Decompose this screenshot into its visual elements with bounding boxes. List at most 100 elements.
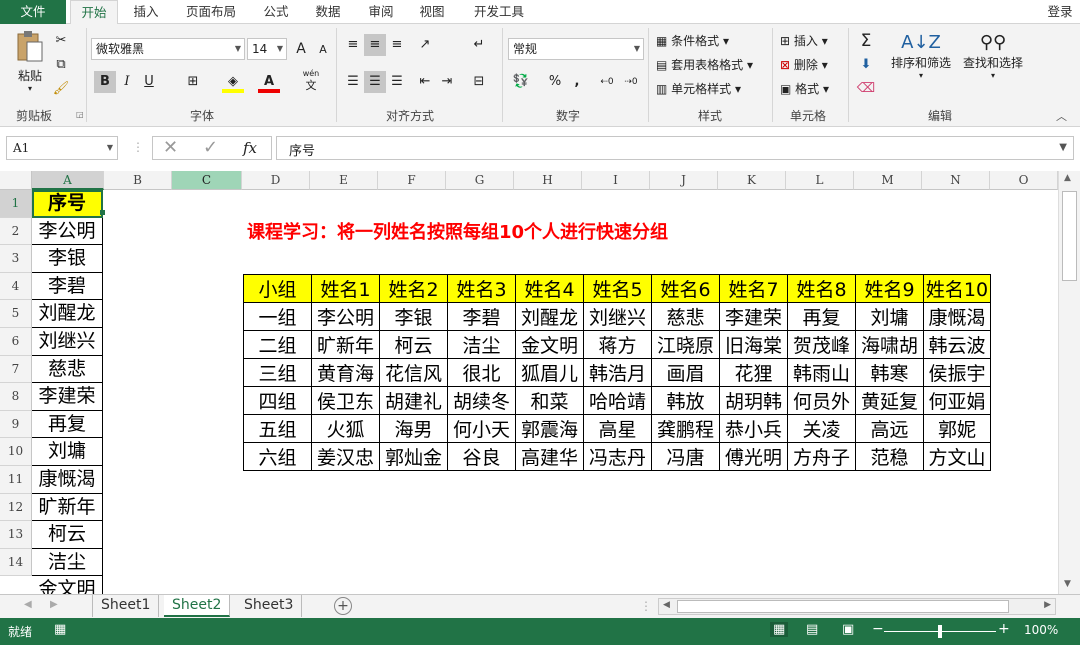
- tab-home[interactable]: 开始: [70, 0, 118, 25]
- cut-icon[interactable]: ✂: [50, 30, 72, 52]
- number-format-select[interactable]: 常规 ▼: [508, 38, 644, 60]
- member-name-cell[interactable]: 龚鹏程: [651, 414, 720, 443]
- row-header-7[interactable]: 7: [0, 355, 32, 384]
- borders-icon[interactable]: ⊞: [182, 71, 204, 93]
- member-name-cell[interactable]: 黄育海: [311, 358, 380, 387]
- align-right-icon[interactable]: ☰: [386, 71, 408, 93]
- member-name-cell[interactable]: 李公明: [311, 302, 380, 331]
- member-name-cell[interactable]: 谷良: [447, 442, 516, 471]
- table-header-cell[interactable]: 姓名10: [923, 274, 991, 303]
- member-name-cell[interactable]: 画眉: [651, 358, 720, 387]
- font-color-button[interactable]: A: [258, 71, 280, 93]
- member-name-cell[interactable]: 慈悲: [651, 302, 720, 331]
- member-name-cell[interactable]: 高远: [855, 414, 924, 443]
- column-header-I[interactable]: I: [582, 171, 650, 190]
- member-name-cell[interactable]: 旷新年: [311, 330, 380, 359]
- member-name-cell[interactable]: 何小天: [447, 414, 516, 443]
- cell-A-name[interactable]: 李碧: [32, 272, 103, 301]
- member-name-cell[interactable]: 江晓原: [651, 330, 720, 359]
- paste-button[interactable]: 粘贴 ▾: [10, 30, 50, 102]
- row-header-3[interactable]: 3: [0, 245, 32, 273]
- cell-A-name[interactable]: 再复: [32, 410, 103, 439]
- member-name-cell[interactable]: 韩浩月: [583, 358, 652, 387]
- group-name-cell[interactable]: 三组: [243, 358, 312, 387]
- row-header-6[interactable]: 6: [0, 328, 32, 356]
- row-header-5[interactable]: 5: [0, 300, 32, 328]
- group-name-cell[interactable]: 一组: [243, 302, 312, 331]
- member-name-cell[interactable]: 蒋方: [583, 330, 652, 359]
- table-header-cell[interactable]: 姓名6: [651, 274, 720, 303]
- insert-cells-button[interactable]: ⊞ 插入 ▾: [780, 32, 828, 49]
- column-header-A[interactable]: A: [32, 171, 104, 190]
- row-header-9[interactable]: 9: [0, 410, 32, 439]
- scroll-up-icon[interactable]: ▲: [1064, 173, 1071, 183]
- member-name-cell[interactable]: 哈哈靖: [583, 386, 652, 415]
- fill-handle[interactable]: [100, 210, 105, 215]
- column-header-G[interactable]: G: [446, 171, 514, 190]
- increase-decimal-icon[interactable]: ⇠0: [596, 71, 618, 93]
- column-header-C[interactable]: C: [172, 171, 242, 190]
- tab-formulas[interactable]: 公式: [254, 0, 298, 24]
- grow-font-button[interactable]: A: [290, 38, 312, 60]
- shrink-font-button[interactable]: A: [312, 39, 334, 61]
- member-name-cell[interactable]: 方文山: [923, 442, 991, 471]
- sort-filter-button[interactable]: A↓Z 排序和筛选 ▾: [888, 32, 954, 80]
- cell-A-name[interactable]: 刘墉: [32, 438, 103, 466]
- worksheet-grid[interactable]: ABCDEFGHIJKLMNO 1 2 3 4 5 6 7 8 9 10 11 12 13 14 序号 李公…: [0, 171, 1058, 594]
- page-break-view-icon[interactable]: ▣: [842, 622, 854, 637]
- member-name-cell[interactable]: 火狐: [311, 414, 380, 443]
- cell-A-name[interactable]: 金文明: [32, 576, 103, 594]
- member-name-cell[interactable]: 郭妮: [923, 414, 991, 443]
- zoom-level[interactable]: 100%: [1024, 623, 1058, 637]
- enter-icon[interactable]: ✓: [203, 137, 218, 158]
- member-name-cell[interactable]: 海啸胡: [855, 330, 924, 359]
- zoom-slider-thumb[interactable]: [938, 625, 942, 638]
- next-sheet-icon[interactable]: ▶: [50, 599, 58, 610]
- conditional-format-button[interactable]: ▦ 条件格式 ▾: [656, 32, 729, 49]
- member-name-cell[interactable]: 花信风: [379, 358, 448, 387]
- member-name-cell[interactable]: 恭小兵: [719, 414, 788, 443]
- collapse-ribbon-icon[interactable]: ︿: [1056, 108, 1067, 124]
- zoom-out-button[interactable]: −: [872, 621, 884, 637]
- member-name-cell[interactable]: 韩放: [651, 386, 720, 415]
- cancel-icon[interactable]: ✕: [163, 137, 178, 158]
- insert-function-button[interactable]: fx: [243, 139, 257, 157]
- row-header-11[interactable]: 11: [0, 466, 32, 494]
- column-header-L[interactable]: L: [786, 171, 854, 190]
- row-header-13[interactable]: 13: [0, 521, 32, 549]
- select-all-corner[interactable]: [0, 171, 32, 190]
- column-header-B[interactable]: B: [104, 171, 172, 190]
- member-name-cell[interactable]: 金文明: [515, 330, 584, 359]
- align-left-icon[interactable]: ☰: [342, 71, 364, 93]
- member-name-cell[interactable]: 韩雨山: [787, 358, 856, 387]
- column-header-H[interactable]: H: [514, 171, 582, 190]
- column-header-K[interactable]: K: [718, 171, 786, 190]
- column-header-F[interactable]: F: [378, 171, 446, 190]
- member-name-cell[interactable]: 刘墉: [855, 302, 924, 331]
- tab-insert[interactable]: 插入: [124, 0, 168, 24]
- formula-input[interactable]: 序号 ▼: [276, 136, 1074, 160]
- cell-A-name[interactable]: 慈悲: [32, 355, 103, 384]
- wrap-text-icon[interactable]: ↵: [468, 34, 490, 56]
- cell-A-name[interactable]: 刘继兴: [32, 328, 103, 356]
- cell-A-name[interactable]: 刘醒龙: [32, 300, 103, 328]
- table-header-cell[interactable]: 姓名8: [787, 274, 856, 303]
- horizontal-scrollbar[interactable]: ◀ ▶: [658, 598, 1056, 615]
- member-name-cell[interactable]: 姜汉忠: [311, 442, 380, 471]
- format-painter-icon[interactable]: 🖌: [50, 78, 72, 100]
- cell-A-name[interactable]: 康慨渴: [32, 466, 103, 494]
- member-name-cell[interactable]: 和菜: [515, 386, 584, 415]
- row-header-14[interactable]: 14: [0, 548, 32, 577]
- member-name-cell[interactable]: 康慨渴: [923, 302, 991, 331]
- cell-A-name[interactable]: 李建荣: [32, 383, 103, 411]
- underline-button[interactable]: U: [138, 71, 160, 93]
- cell-styles-button[interactable]: ▥ 单元格样式 ▾: [656, 80, 741, 97]
- member-name-cell[interactable]: 方舟子: [787, 442, 856, 471]
- format-cells-button[interactable]: ▣ 格式 ▾: [780, 80, 829, 97]
- orientation-icon[interactable]: ↗: [414, 34, 436, 56]
- tab-data[interactable]: 数据: [306, 0, 350, 24]
- row-header-4[interactable]: 4: [0, 272, 32, 301]
- cell-A-name[interactable]: 洁尘: [32, 548, 103, 577]
- row-header-2[interactable]: 2: [0, 217, 32, 246]
- tab-developer[interactable]: 开发工具: [464, 0, 534, 24]
